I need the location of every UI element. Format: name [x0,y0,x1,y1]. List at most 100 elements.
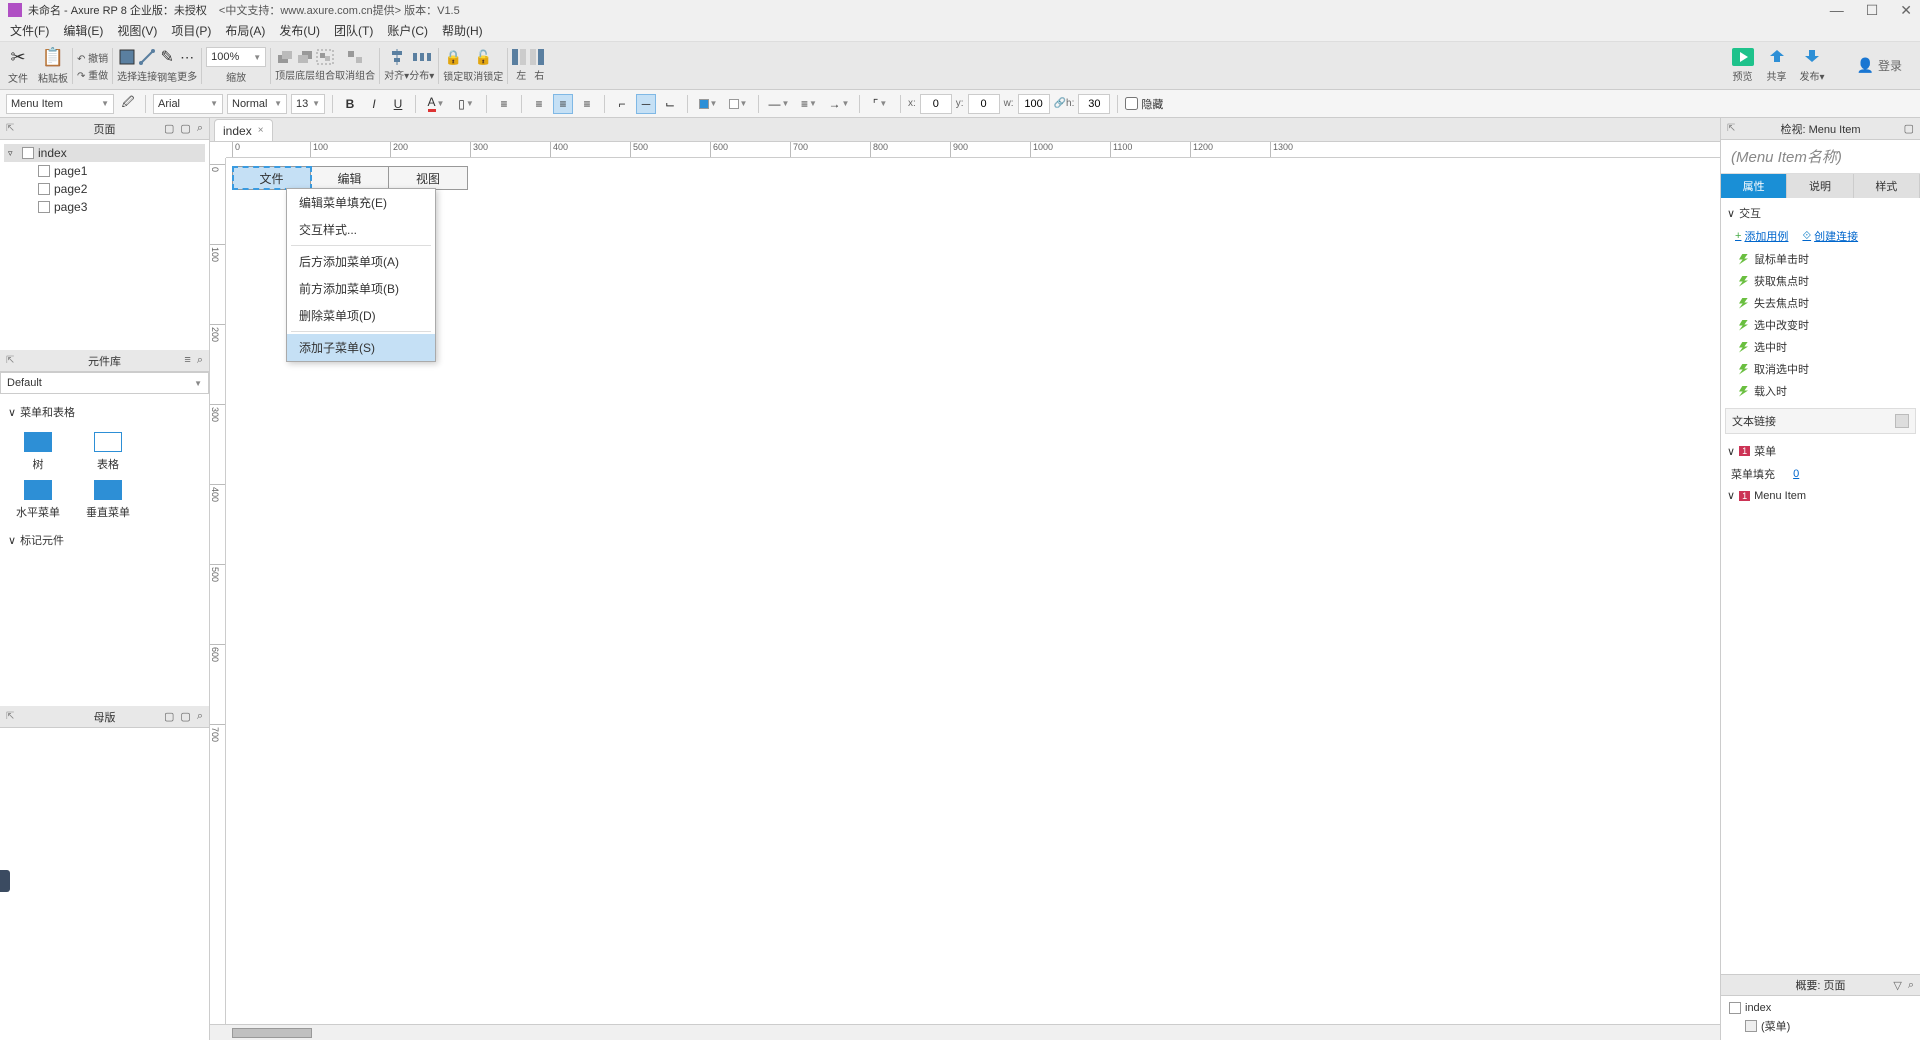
widget-category[interactable]: ∨菜单和表格 [8,400,201,424]
align-right-button[interactable]: ≡ [577,94,597,114]
pin-icon[interactable]: ⇱ [6,123,14,134]
ribbon-group[interactable]: 组合 [315,49,335,82]
add-master-icon[interactable]: ▢ [164,710,174,723]
close-icon[interactable]: ✕ [1900,2,1912,19]
close-tab-icon[interactable]: × [258,125,264,136]
menu-edit[interactable]: 编辑(E) [57,20,109,41]
align-center-button[interactable]: ≡ [553,94,573,114]
tab-notes[interactable]: 说明 [1787,174,1853,198]
ribbon-unlock[interactable]: 🔓取消锁定 [463,49,503,83]
event-onunselected[interactable]: 取消选中时 [1725,358,1916,380]
ctx-add-after[interactable]: 后方添加菜单项(A) [287,248,435,275]
library-menu-icon[interactable]: ≡ [184,354,190,367]
ribbon-select-tool[interactable]: 选择 [117,48,137,83]
horizontal-scrollbar[interactable] [210,1024,1720,1040]
menu-view[interactable]: 视图(V) [111,20,163,41]
search-icon[interactable]: ⌕ [197,122,203,135]
menu-project[interactable]: 项目(P) [165,20,217,41]
text-link-row[interactable]: 文本链接 [1725,408,1916,434]
ribbon-share[interactable]: 共享 [1766,48,1788,83]
italic-button[interactable]: I [364,94,384,114]
ribbon-align[interactable]: 对齐▾ [384,49,409,82]
shape-select[interactable]: Menu Item▼ [6,94,114,114]
page-tree-item[interactable]: page3 [4,198,205,216]
ribbon-publish[interactable]: 发布▾ [1800,48,1825,83]
widget-name-field[interactable]: (Menu Item名称) [1721,140,1920,174]
fill-color-button[interactable]: ▼ [695,94,721,114]
ribbon-pen-tool[interactable]: ✎钢笔 [157,47,177,84]
page-tree-item[interactable]: page1 [4,162,205,180]
widget-tree[interactable]: 树 [12,432,64,472]
page-tree-item[interactable]: page2 [4,180,205,198]
minimize-icon[interactable]: — [1830,2,1844,19]
bullets-button[interactable]: ≡ [494,94,514,114]
menu-team[interactable]: 团队(T) [328,20,379,41]
nav-handle[interactable] [0,870,10,892]
search-icon[interactable]: ⌕ [197,710,203,723]
ribbon-lock[interactable]: 🔒锁定 [443,49,463,83]
menu-file[interactable]: 文件(F) [4,20,55,41]
valign-top-button[interactable]: ⌐ [612,94,632,114]
maximize-icon[interactable]: ☐ [1866,2,1879,19]
menu-publish[interactable]: 发布(U) [273,20,326,41]
tab-properties[interactable]: 属性 [1721,174,1787,198]
ribbon-paste[interactable]: 📋粘贴板 [38,47,68,85]
text-color-button[interactable]: A▼ [423,94,449,114]
widget-hmenu[interactable]: 水平菜单 [12,480,64,520]
y-input[interactable] [968,94,1000,114]
widget-category[interactable]: ∨标记元件 [8,528,201,552]
menu-help[interactable]: 帮助(H) [436,20,489,41]
ctx-edit-fill[interactable]: 编辑菜单填充(E) [287,189,435,216]
line-style-button[interactable]: ≡▼ [796,94,822,114]
menu-section[interactable]: ∨1菜单 [1725,440,1916,462]
menu-account[interactable]: 账户(C) [381,20,434,41]
pin-icon[interactable]: ⇱ [6,711,14,722]
tab-style[interactable]: 样式 [1854,174,1920,198]
valign-bottom-button[interactable]: ⌙ [660,94,680,114]
h-input[interactable] [1078,94,1110,114]
event-onselectedchange[interactable]: 选中改变时 [1725,314,1916,336]
event-onload[interactable]: 载入时 [1725,380,1916,402]
ribbon-left[interactable]: 左 [512,49,530,82]
ribbon-front[interactable]: 顶层 [275,49,295,82]
menu-item-selected[interactable]: 文件 [233,167,311,189]
align-left-button[interactable]: ≡ [529,94,549,114]
ribbon-preview[interactable]: 预览 [1732,48,1754,83]
font-size-select[interactable]: 13▼ [291,94,325,114]
event-onclick[interactable]: 鼠标单击时 [1725,248,1916,270]
search-icon[interactable]: ⌕ [197,354,203,367]
ribbon-right[interactable]: 右 [530,49,548,82]
outline-menu[interactable]: (菜单) [1725,1016,1916,1036]
document-tab[interactable]: index× [214,119,273,141]
filter-icon[interactable]: ▽ [1893,979,1901,992]
ctx-add-submenu[interactable]: 添加子菜单(S) [287,334,435,361]
add-page-icon[interactable]: ▢ [164,122,174,135]
ctx-delete-item[interactable]: 删除菜单项(D) [287,302,435,329]
login-button[interactable]: 👤登录 [1857,57,1902,74]
ribbon-zoom[interactable]: 100%▼ 缩放 [206,47,266,84]
pin-icon[interactable]: ⇱ [1727,123,1735,134]
arrow-style-button[interactable]: →▼ [826,94,852,114]
canvas[interactable]: 文件 编辑 视图 编辑菜单填充(E) 交互样式... 后方添加菜单项(A) 前方… [226,158,1720,1024]
create-link-link[interactable]: ⟐创建连接 [1802,228,1858,244]
line-color-button[interactable]: ▼ [725,94,751,114]
menu-arrange[interactable]: 布局(A) [219,20,271,41]
event-onselected[interactable]: 选中时 [1725,336,1916,358]
bold-button[interactable]: B [340,94,360,114]
widget-table[interactable]: 表格 [82,432,134,472]
event-onlostfocus[interactable]: 失去焦点时 [1725,292,1916,314]
ribbon-more-tool[interactable]: ⋯更多 [177,49,197,83]
inspector-icon[interactable]: ▢ [1904,122,1914,135]
menu-item[interactable]: 编辑 [311,167,389,189]
ribbon-undo-redo[interactable]: ↶ 撤销↷ 重做 [77,50,108,82]
style-painter-icon[interactable]: 🖉 [118,94,138,114]
line-width-button[interactable]: —▼ [766,94,792,114]
interaction-section[interactable]: ∨交互 [1725,202,1916,224]
hidden-checkbox[interactable]: 隐藏 [1125,96,1163,112]
font-weight-select[interactable]: Normal▼ [227,94,287,114]
menu-fill-value[interactable]: 0 [1793,468,1799,480]
library-select[interactable]: Default▼ [0,372,209,394]
menuitem-section[interactable]: ∨1Menu Item [1725,486,1916,505]
menu-widget[interactable]: 文件 编辑 视图 [232,166,468,190]
add-case-link[interactable]: +添加用例 [1735,228,1788,244]
